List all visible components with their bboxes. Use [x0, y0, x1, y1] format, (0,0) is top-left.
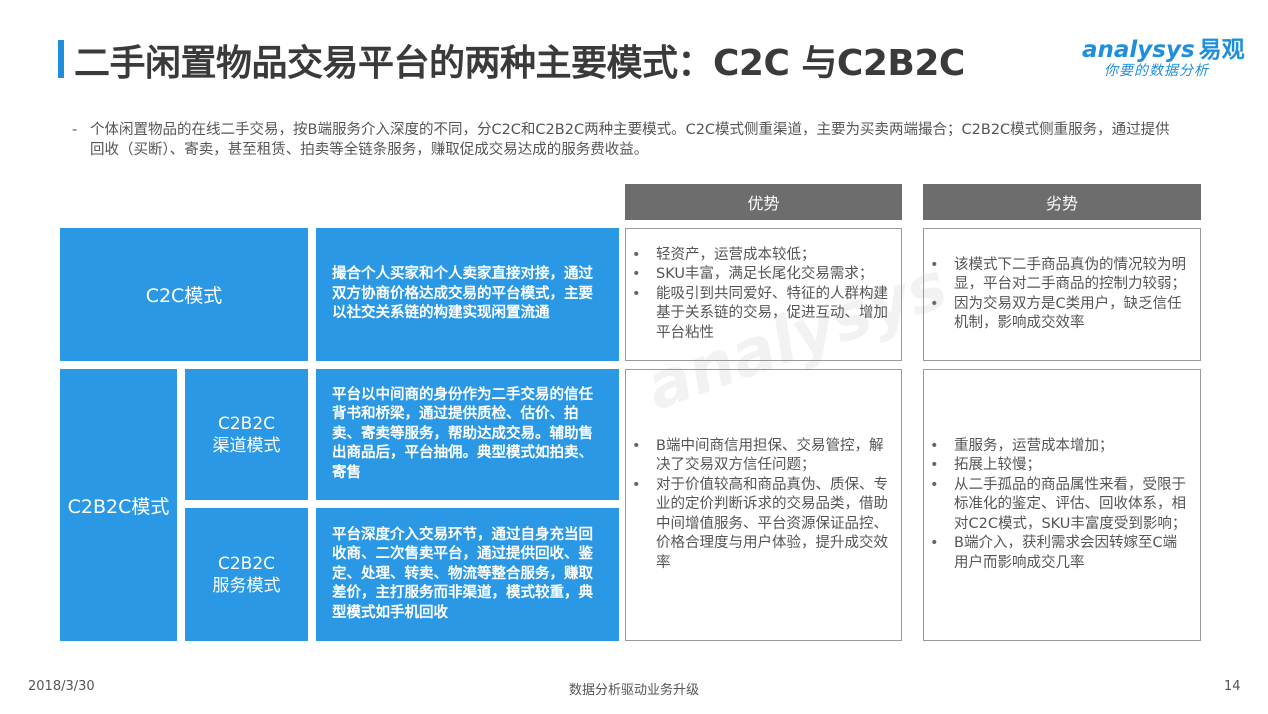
title-accent-bar [58, 40, 64, 78]
list-item: 拓展上较慢； [930, 456, 1190, 476]
list-item: B端中间商信用担保、交易管控，解决了交易双方信任问题； [632, 437, 891, 476]
c2c-description: 撮合个人买家和个人卖家直接对接，通过双方协商价格达成交易的平台模式，主要以社交关… [316, 228, 619, 361]
list-item: 因为交易双方是C类用户，缺乏信任机制，影响成交效率 [930, 295, 1190, 334]
logo-tagline: 你要的数据分析 [1104, 63, 1209, 79]
list-item: 该模式下二手商品真伪的情况较为明显，平台对二手商品的控制力较弱； [930, 256, 1190, 295]
c2b2c-disadvantages-box: 重服务，运营成本增加； 拓展上较慢； 从二手孤品的商品属性来看，受限于标准化的鉴… [923, 369, 1201, 641]
intro-text: 个体闲置物品的在线二手交易，按B端服务介入深度的不同，分C2C和C2B2C两种主… [90, 122, 1170, 158]
list-item: 重服务，运营成本增加； [930, 437, 1190, 457]
c2b2c-mode-label: C2B2C模式 [60, 369, 177, 641]
c2b2c-channel-label: C2B2C 渠道模式 [185, 369, 308, 500]
c2b2c-service-label-line1: C2B2C [217, 553, 276, 574]
page-number: 14 [1224, 679, 1241, 694]
list-item: 轻资产，运营成本较低； [632, 246, 891, 266]
c2c-disadvantages-list: 该模式下二手商品真伪的情况较为明显，平台对二手商品的控制力较弱； 因为交易双方是… [924, 256, 1200, 334]
page-title: 二手闲置物品交易平台的两种主要模式：C2C 与C2B2C [74, 43, 965, 84]
c2b2c-advantages-box: B端中间商信用担保、交易管控，解决了交易双方信任问题； 对于价值较高和商品真伪、… [625, 369, 902, 641]
c2b2c-service-description: 平台深度介入交易环节，通过自身充当回收商、二次售卖平台，通过提供回收、鉴定、处理… [316, 508, 619, 641]
list-item: 从二手孤品的商品属性来看，受限于标准化的鉴定、评估、回收体系，相对C2C模式，S… [930, 476, 1190, 535]
c2b2c-advantages-list: B端中间商信用担保、交易管控，解决了交易双方信任问题； 对于价值较高和商品真伪、… [626, 437, 901, 574]
disadvantage-header: 劣势 [923, 184, 1201, 220]
c2b2c-channel-description: 平台以中间商的身份作为二手交易的信任背书和桥梁，通过提供质检、估价、拍卖、寄卖等… [316, 369, 619, 500]
c2b2c-disadvantages-list: 重服务，运营成本增加； 拓展上较慢； 从二手孤品的商品属性来看，受限于标准化的鉴… [924, 437, 1200, 574]
c2b2c-channel-label-line2: 渠道模式 [212, 435, 281, 456]
c2c-advantages-box: 轻资产，运营成本较低； SKU丰富，满足长尾化交易需求； 能吸引到共同爱好、特征… [625, 228, 902, 361]
analysys-logo: analysys 易观 你要的数据分析 [1082, 30, 1245, 80]
intro-dash: - [72, 122, 78, 138]
list-item: 能吸引到共同爱好、特征的人群构建基于关系链的交易，促进互动、增加平台粘性 [632, 285, 891, 344]
footer-slogan: 数据分析驱动业务升级 [568, 683, 699, 698]
c2b2c-service-label-line2: 服务模式 [212, 575, 281, 596]
c2b2c-service-label: C2B2C 服务模式 [185, 508, 308, 641]
advantage-header: 优势 [625, 184, 902, 220]
list-item: SKU丰富，满足长尾化交易需求； [632, 265, 891, 285]
list-item: B端介入，获利需求会因转嫁至C端用户而影响成交几率 [930, 534, 1190, 573]
c2b2c-channel-label-line1: C2B2C [217, 413, 276, 434]
c2c-disadvantages-box: 该模式下二手商品真伪的情况较为明显，平台对二手商品的控制力较弱； 因为交易双方是… [923, 228, 1201, 361]
intro-paragraph: - 个体闲置物品的在线二手交易，按B端服务介入深度的不同，分C2C和C2B2C两… [72, 120, 1182, 160]
c2c-advantages-list: 轻资产，运营成本较低； SKU丰富，满足长尾化交易需求； 能吸引到共同爱好、特征… [626, 246, 901, 344]
c2c-mode-label: C2C模式 [60, 228, 308, 361]
list-item: 对于价值较高和商品真伪、质保、专业的定价判断诉求的交易品类，借助中间增值服务、平… [632, 476, 891, 574]
